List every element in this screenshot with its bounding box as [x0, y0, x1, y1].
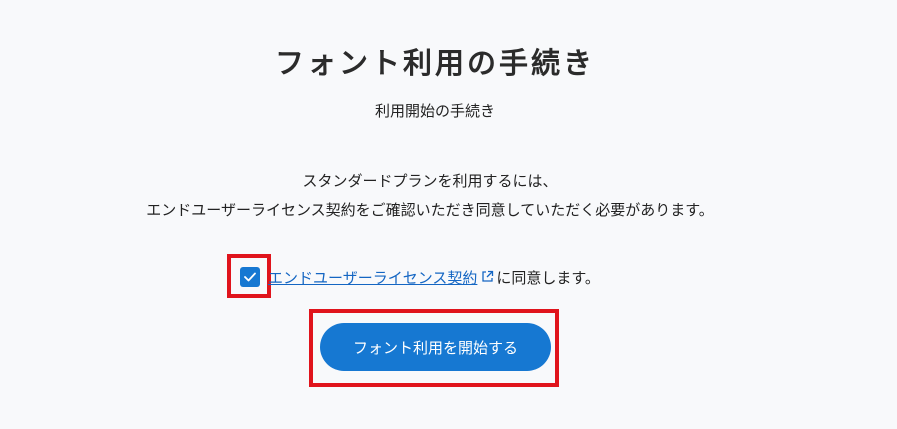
page-title: フォント利用の手続き: [274, 46, 595, 80]
font-usage-procedure-page: フォント利用の手続き 利用開始の手続き スタンダードプランを利用するには、 エン…: [0, 0, 897, 429]
description-line-2: エンドユーザーライセンス契約をご確認いただき同意していただく必要があります。: [146, 201, 714, 219]
page-subtitle: 利用開始の手続き: [374, 102, 495, 120]
check-icon: [244, 272, 256, 282]
external-link-icon[interactable]: [481, 268, 494, 287]
description-line-1: スタンダードプランを利用するには、: [302, 172, 558, 190]
agreement-suffix-text: に同意します。: [496, 268, 600, 287]
agree-checkbox[interactable]: [240, 267, 260, 287]
eula-link[interactable]: エンドユーザーライセンス契約: [268, 267, 477, 288]
agreement-row: エンドユーザーライセンス契約 に同意します。: [240, 262, 600, 292]
start-font-usage-button[interactable]: フォント利用を開始する: [320, 323, 551, 371]
